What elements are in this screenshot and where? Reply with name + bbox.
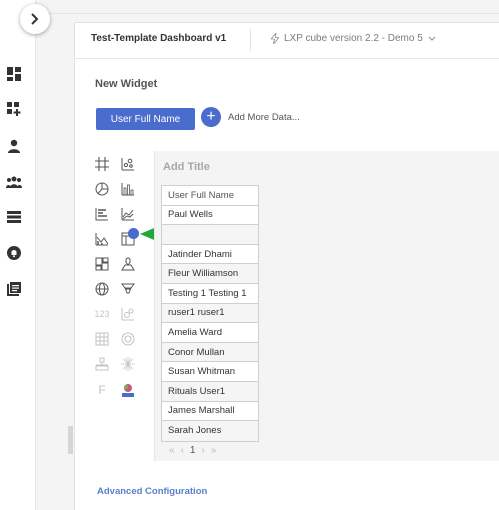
dashboard-icon[interactable] bbox=[6, 66, 22, 82]
text-icon[interactable]: F bbox=[93, 381, 111, 399]
last-page-button[interactable]: » bbox=[211, 445, 217, 456]
map-icon[interactable] bbox=[119, 255, 137, 273]
add-title-input[interactable]: Add Title bbox=[163, 161, 210, 173]
preview-table: User Full Name Paul Wells Jatinder Dhami… bbox=[161, 185, 259, 442]
selected-chart-type-indicator bbox=[128, 228, 139, 239]
table-row: Sarah Jones bbox=[162, 421, 258, 441]
globe-icon[interactable] bbox=[93, 280, 111, 298]
sankey-icon[interactable] bbox=[93, 355, 111, 373]
table-row bbox=[162, 225, 258, 245]
scrollbar-handle[interactable] bbox=[68, 426, 73, 454]
first-page-button[interactable]: « bbox=[169, 445, 175, 456]
number-icon[interactable]: 123 bbox=[91, 305, 113, 323]
cube-selector-label: LXP cube version 2.2 - Demo 5 bbox=[284, 33, 423, 44]
current-page[interactable]: 1 bbox=[190, 445, 196, 456]
table-row: Conor Mullan bbox=[162, 342, 258, 363]
selected-field-chip[interactable]: User Full Name bbox=[96, 108, 195, 130]
plus-icon: + bbox=[206, 108, 216, 125]
table-row: Paul Wells bbox=[162, 206, 258, 226]
add-widget-icon[interactable] bbox=[6, 101, 22, 117]
left-sidebar bbox=[0, 0, 36, 510]
notification-icon[interactable] bbox=[6, 245, 22, 261]
chevron-right-icon bbox=[31, 13, 39, 25]
treemap-icon[interactable] bbox=[93, 255, 111, 273]
add-more-data-link[interactable]: Add More Data... bbox=[228, 112, 300, 123]
table-row: Testing 1 Testing 1 bbox=[162, 284, 258, 304]
table-row: Rituals User1 bbox=[162, 381, 258, 402]
prev-page-button[interactable]: ‹ bbox=[181, 445, 184, 456]
text-icon-label: F bbox=[98, 383, 106, 397]
pie-icon[interactable] bbox=[93, 180, 111, 198]
header-divider bbox=[250, 29, 251, 51]
funnel-icon[interactable] bbox=[119, 280, 137, 298]
next-page-button[interactable]: › bbox=[201, 445, 204, 456]
table-header[interactable]: User Full Name bbox=[162, 186, 258, 206]
gauge-icon[interactable] bbox=[119, 330, 137, 348]
combo-chart-icon[interactable] bbox=[93, 230, 111, 248]
number-icon-label: 123 bbox=[94, 309, 110, 319]
pagination: « ‹ 1 › » bbox=[169, 445, 216, 456]
advanced-configuration-link[interactable]: Advanced Configuration bbox=[97, 486, 207, 497]
table-row: Amelia Ward bbox=[162, 323, 258, 343]
library-icon[interactable] bbox=[6, 281, 22, 297]
table-row: Jatinder Dhami bbox=[162, 245, 258, 265]
group-icon[interactable] bbox=[6, 174, 22, 190]
table-row: Fleur Williamson bbox=[162, 264, 258, 284]
cube-selector[interactable]: LXP cube version 2.2 - Demo 5 bbox=[271, 33, 436, 44]
bubble-icon[interactable] bbox=[119, 305, 137, 323]
image-icon[interactable] bbox=[119, 381, 137, 399]
table-row: James Marshall bbox=[162, 402, 258, 422]
lightning-icon bbox=[271, 33, 279, 44]
chevron-down-icon bbox=[428, 36, 436, 41]
line-chart-icon[interactable] bbox=[119, 205, 137, 223]
heatmap-icon[interactable] bbox=[93, 330, 111, 348]
widget-title: New Widget bbox=[95, 78, 158, 90]
radial-icon[interactable] bbox=[119, 355, 137, 373]
list-icon[interactable] bbox=[6, 209, 22, 225]
add-data-button[interactable]: + bbox=[201, 107, 221, 127]
horizontal-bar-icon[interactable] bbox=[93, 205, 111, 223]
dashboard-title: Test-Template Dashboard v1 bbox=[91, 33, 227, 44]
app-root: Test-Template Dashboard v1 LXP cube vers… bbox=[0, 0, 499, 510]
bar-chart-icon[interactable] bbox=[119, 180, 137, 198]
sidebar-toggle-button[interactable] bbox=[20, 4, 50, 34]
widget-preview: Add Title User Full Name Paul Wells Jati… bbox=[154, 151, 499, 461]
widget-editor-panel: Test-Template Dashboard v1 LXP cube vers… bbox=[74, 22, 499, 510]
top-strip bbox=[36, 0, 499, 14]
user-icon[interactable] bbox=[6, 138, 22, 154]
table-row: Susan Whitman bbox=[162, 362, 258, 382]
table-grid-icon[interactable] bbox=[93, 155, 111, 173]
table-row: ruser1 ruser1 bbox=[162, 303, 258, 324]
panel-header: Test-Template Dashboard v1 LXP cube vers… bbox=[75, 23, 499, 59]
scatter-icon[interactable] bbox=[119, 155, 137, 173]
